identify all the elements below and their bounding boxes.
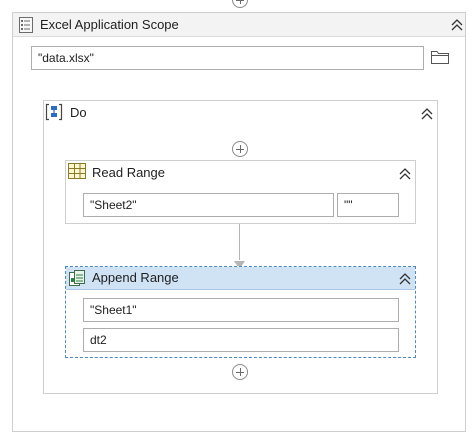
collapse-icon[interactable] bbox=[450, 18, 464, 32]
add-activity-icon[interactable] bbox=[232, 364, 248, 380]
append-range-icon bbox=[69, 270, 85, 286]
datatable-input[interactable]: dt2 bbox=[83, 328, 399, 352]
excel-scope-icon bbox=[19, 17, 33, 33]
collapse-icon[interactable] bbox=[398, 167, 412, 181]
append-range-activity[interactable]: Append Range "Sheet1" dt2 bbox=[65, 266, 416, 358]
append-range-title: Append Range bbox=[92, 270, 179, 285]
sequence-icon bbox=[45, 103, 63, 121]
arrow-down-icon bbox=[234, 257, 245, 269]
do-title: Do bbox=[70, 105, 87, 120]
add-activity-icon[interactable] bbox=[232, 141, 248, 157]
connector-line bbox=[239, 224, 240, 260]
sheet-name-input[interactable]: "Sheet2" bbox=[83, 193, 334, 217]
range-input[interactable]: "" bbox=[337, 193, 399, 217]
sheet-name-input[interactable]: "Sheet1" bbox=[83, 298, 399, 322]
workbook-path-input[interactable]: "data.xlsx" bbox=[31, 46, 424, 70]
folder-icon[interactable] bbox=[430, 48, 450, 65]
read-range-icon bbox=[68, 163, 86, 179]
read-range-activity[interactable]: Read Range "Sheet2" "" bbox=[65, 160, 416, 224]
collapse-icon[interactable] bbox=[398, 272, 412, 286]
scope-title: Excel Application Scope bbox=[40, 17, 179, 32]
add-activity-icon[interactable] bbox=[232, 0, 248, 8]
read-range-title: Read Range bbox=[92, 165, 165, 180]
scope-header[interactable]: Excel Application Scope bbox=[13, 13, 465, 37]
collapse-icon[interactable] bbox=[420, 107, 434, 121]
